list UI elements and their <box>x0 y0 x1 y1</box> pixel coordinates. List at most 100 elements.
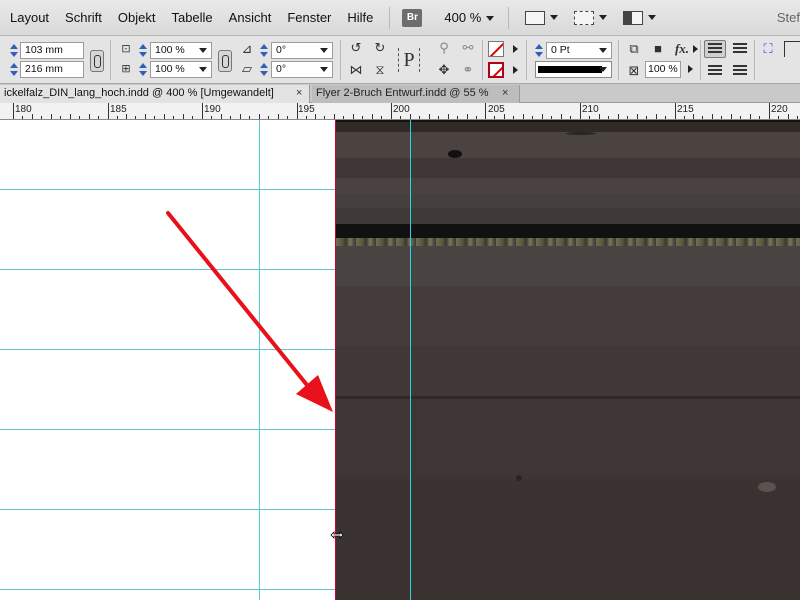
scale-x-stepper[interactable] <box>139 42 147 59</box>
fill-swatch[interactable] <box>488 41 504 57</box>
chevron-down-icon <box>320 67 328 72</box>
ruler-tick <box>561 114 562 119</box>
stroke-type-dropdown[interactable] <box>535 61 612 78</box>
ruler-tick <box>32 114 33 119</box>
menu-separator <box>389 6 391 29</box>
close-icon[interactable]: × <box>296 85 302 102</box>
width-stepper[interactable] <box>10 42 18 59</box>
scale-x-field[interactable]: 100 % <box>150 42 212 59</box>
select-content-icon[interactable]: ⚯ <box>460 40 476 56</box>
stroke-weight-field[interactable]: 0 Pt <box>546 42 612 59</box>
document-canvas[interactable] <box>0 120 800 600</box>
menu-ansicht[interactable]: Ansicht <box>221 0 280 36</box>
photo-texture <box>336 286 800 346</box>
constrain-scale-icon[interactable] <box>218 50 232 72</box>
rotate-cw-icon[interactable]: ↻ <box>372 40 388 56</box>
ruler-tick <box>230 116 231 119</box>
panel-separator <box>482 40 483 80</box>
placed-photo-frame[interactable] <box>336 120 800 600</box>
fx-icon[interactable]: fx. <box>674 41 690 57</box>
rotate-field[interactable]: 0° <box>271 42 333 59</box>
zoom-level-dropdown[interactable]: 400 % <box>430 10 500 25</box>
tab-flyer-document[interactable]: Flyer 2-Bruch Entwurf.indd @ 55 % × <box>312 85 520 103</box>
frame-fitting-icon[interactable] <box>784 41 800 57</box>
scale-y-field[interactable]: 100 % <box>150 61 212 78</box>
ruler-tick <box>41 116 42 119</box>
auto-fit-icon[interactable]: ⛶ <box>760 41 776 57</box>
horizontal-guide[interactable] <box>0 429 336 430</box>
vertical-guide[interactable] <box>259 120 260 600</box>
menu-hilfe[interactable]: Hilfe <box>339 0 381 36</box>
screen-mode-button[interactable] <box>574 10 608 25</box>
flip-horizontal-icon[interactable]: ⋈ <box>348 62 364 78</box>
wrap-object-shape-icon[interactable] <box>708 65 722 77</box>
ruler-tick <box>448 114 449 119</box>
ruler-tick <box>287 116 288 119</box>
menu-layout[interactable]: Layout <box>0 0 57 36</box>
menu-tabelle[interactable]: Tabelle <box>163 0 220 36</box>
opacity-field[interactable]: 100 % <box>645 61 681 78</box>
arrange-documents-button[interactable] <box>623 10 657 25</box>
constrain-proportions-icon[interactable] <box>90 50 104 72</box>
ruler-tick <box>570 116 571 119</box>
chevron-down-icon <box>599 48 607 53</box>
horizontal-guide[interactable] <box>0 509 336 510</box>
ruler-tick <box>532 116 533 119</box>
jump-object-icon[interactable] <box>733 65 747 77</box>
stroke-swatch[interactable] <box>488 62 504 78</box>
ruler-tick <box>702 116 703 119</box>
rotate-stepper[interactable] <box>260 42 268 59</box>
horizontal-guide[interactable] <box>0 589 336 590</box>
width-field[interactable]: 103 mm <box>20 42 84 59</box>
photo-texture <box>336 194 800 208</box>
vertical-guide[interactable] <box>410 120 411 600</box>
menu-schrift[interactable]: Schrift <box>57 0 110 36</box>
arrange-documents-icon <box>623 10 644 25</box>
text-frame-p-icon[interactable]: P <box>398 48 420 72</box>
flip-vertical-icon[interactable]: ⧖ <box>372 62 388 78</box>
select-container-icon[interactable]: ⚲ <box>436 40 452 56</box>
drop-shadow-icon[interactable]: ■ <box>650 41 666 57</box>
ruler-tick <box>192 116 193 119</box>
select-previous-icon[interactable]: ✥ <box>436 62 452 78</box>
stroke-weight-stepper[interactable] <box>535 42 543 59</box>
horizontal-guide[interactable] <box>0 189 336 190</box>
ruler-tick <box>362 116 363 119</box>
view-options-button[interactable] <box>525 10 559 25</box>
ruler-tick <box>656 114 657 119</box>
select-next-icon[interactable]: ⚭ <box>460 62 476 78</box>
ruler-tick <box>712 114 713 119</box>
tab-wickelfalz-document[interactable]: ickelfalz_DIN_lang_hoch.indd @ 400 % [Um… <box>0 85 310 103</box>
photo-texture <box>336 479 800 600</box>
panel-separator <box>618 40 619 80</box>
page-area[interactable] <box>0 120 336 600</box>
shear-stepper[interactable] <box>260 61 268 78</box>
ruler-label: 195 <box>298 104 315 115</box>
chevron-down-icon <box>486 16 495 22</box>
ruler-tick <box>494 116 495 119</box>
rotate-ccw-icon[interactable]: ↺ <box>348 40 364 56</box>
ruler-tick <box>608 116 609 119</box>
ruler-tick <box>740 116 741 119</box>
wrap-bounding-box-icon[interactable] <box>733 43 747 55</box>
ruler-tick <box>410 114 411 119</box>
menu-objekt[interactable]: Objekt <box>110 0 164 36</box>
ruler-tick <box>589 116 590 119</box>
horizontal-guide[interactable] <box>0 269 336 270</box>
close-icon[interactable]: × <box>502 85 508 102</box>
shear-field[interactable]: 0° <box>271 61 333 78</box>
bridge-button[interactable]: Br <box>402 8 423 27</box>
horizontal-ruler[interactable]: 180 185 190 195 200 205 210 215 220 <box>0 103 800 120</box>
zoom-level-value: 400 % <box>444 10 482 25</box>
scale-y-stepper[interactable] <box>139 61 147 78</box>
shear-icon: ▱ <box>242 61 252 76</box>
object-effects-icon[interactable]: ⧉ <box>626 41 642 57</box>
ruler-label: 215 <box>677 104 694 115</box>
ruler-tick <box>154 116 155 119</box>
ruler-label: 185 <box>110 104 127 115</box>
menu-fenster[interactable]: Fenster <box>279 0 339 36</box>
ruler-tick <box>797 116 798 119</box>
height-field[interactable]: 216 mm <box>20 61 84 78</box>
height-stepper[interactable] <box>10 61 18 78</box>
horizontal-guide[interactable] <box>0 349 336 350</box>
